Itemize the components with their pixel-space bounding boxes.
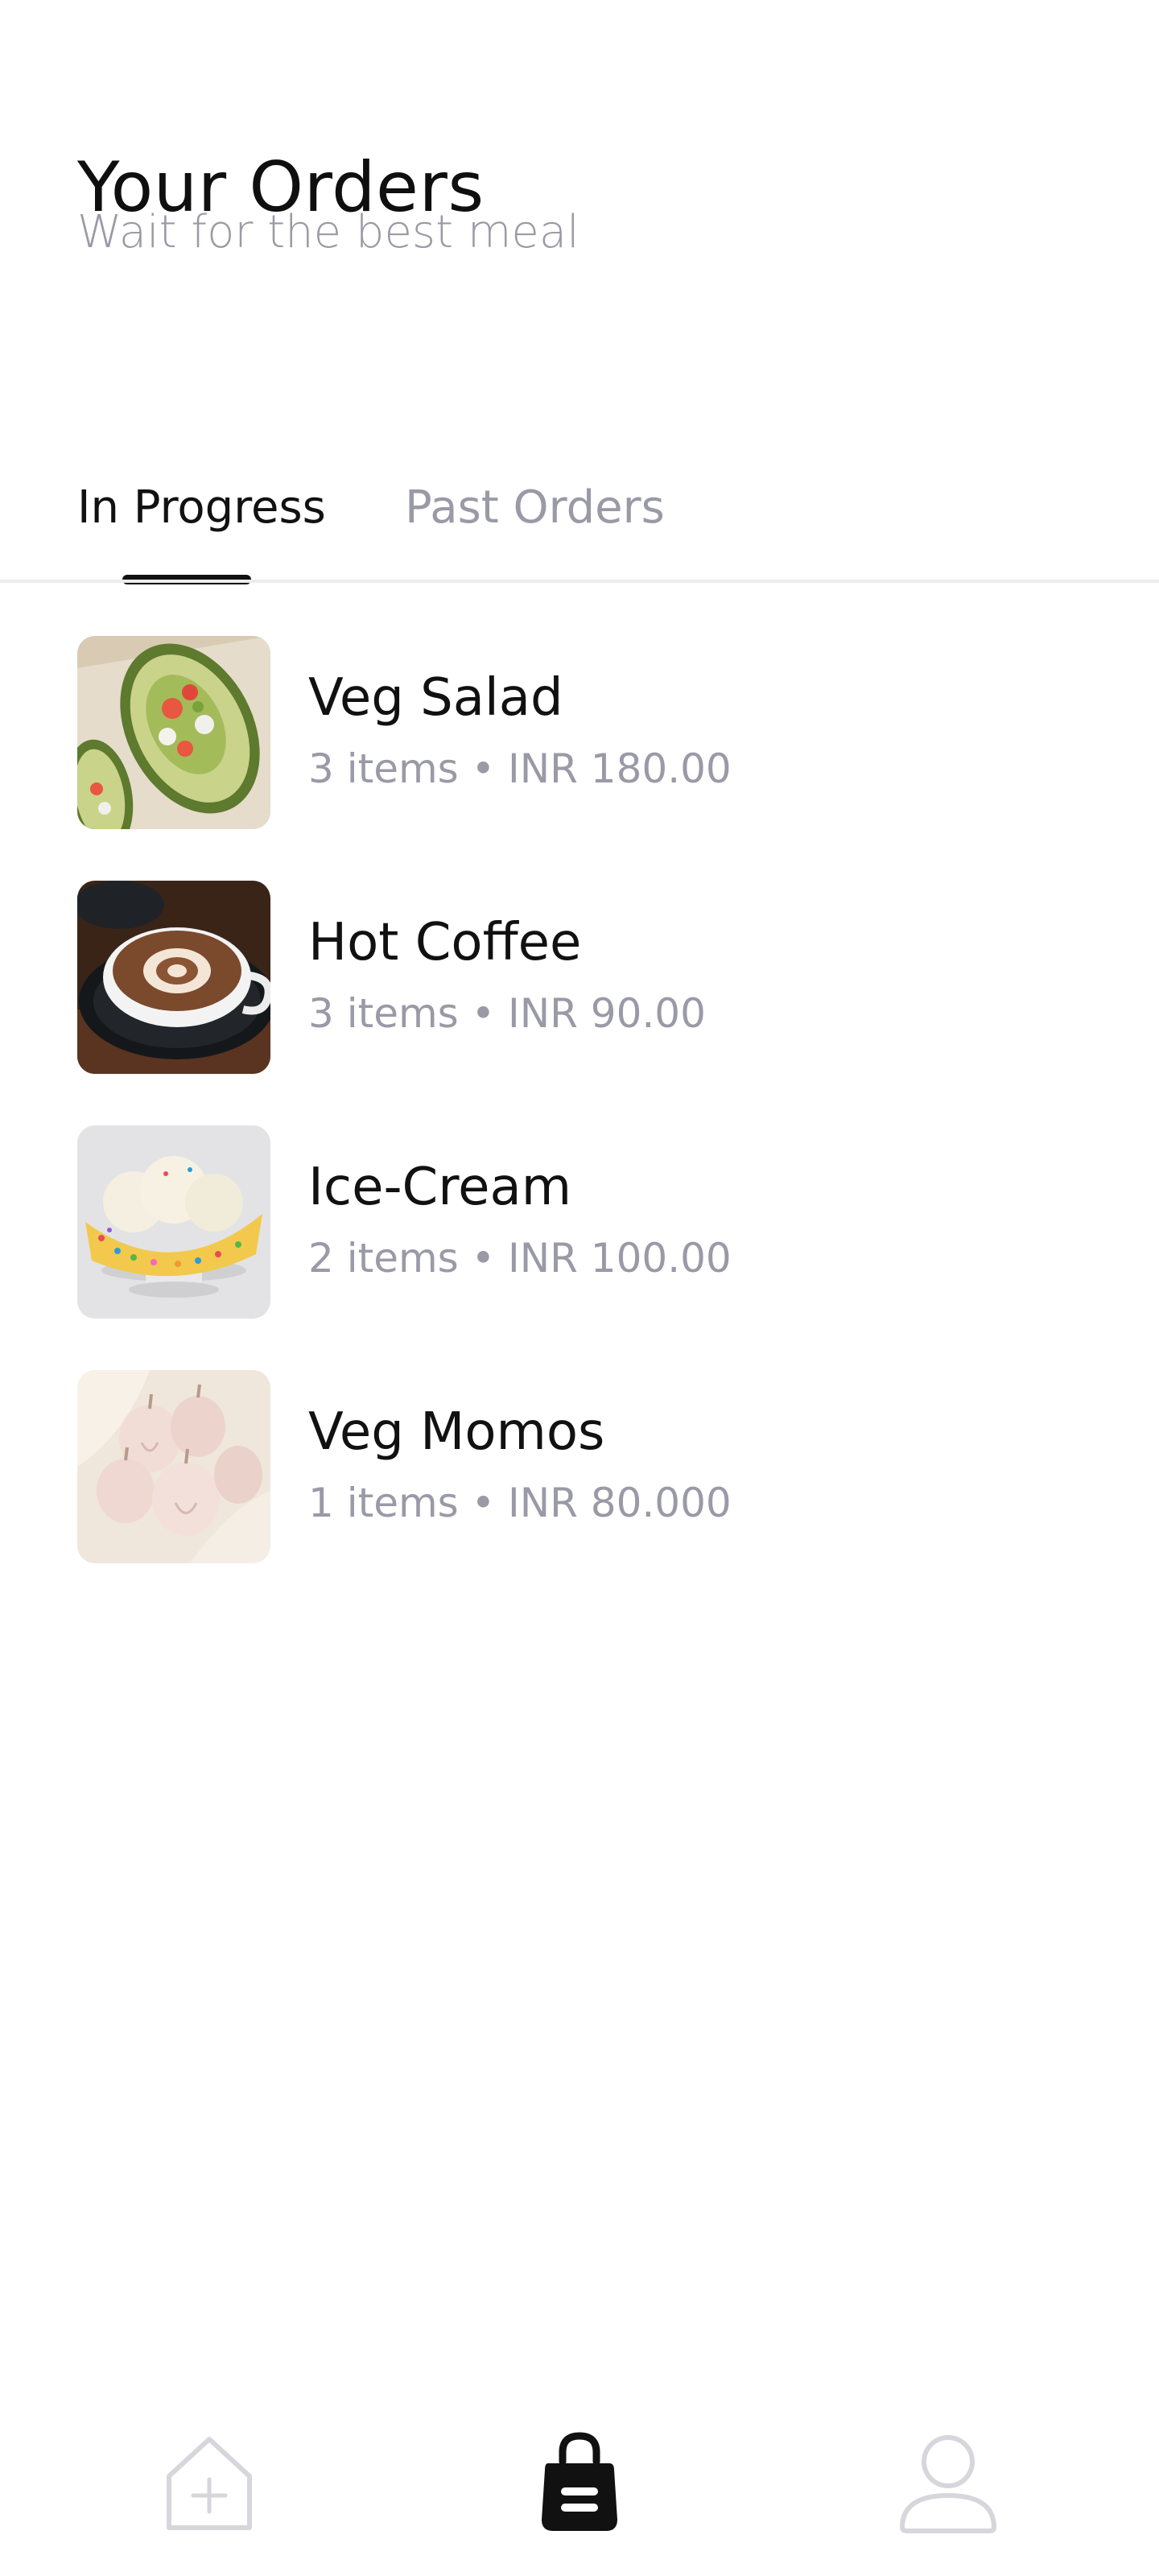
order-list: Veg Salad 3 items • INR 180.00 Hot Coffe…	[0, 636, 1159, 1615]
order-item-veg-salad[interactable]: Veg Salad 3 items • INR 180.00	[0, 636, 1159, 881]
tabs-divider	[0, 580, 1159, 583]
nav-profile-button[interactable]	[888, 2423, 1008, 2544]
nav-home-button[interactable]	[149, 2423, 270, 2544]
order-item-meta: 3 items • INR 180.00	[308, 745, 732, 792]
order-item-name: Ice-Cream	[308, 1158, 572, 1217]
ice-cream-image	[77, 1125, 270, 1319]
coffee-image	[77, 881, 270, 1074]
profile-icon	[900, 2435, 996, 2533]
shopping-bag-icon	[542, 2432, 617, 2531]
order-item-name: Veg Momos	[308, 1402, 605, 1462]
nav-orders-button[interactable]	[519, 2423, 640, 2544]
order-item-ice-cream[interactable]: Ice-Cream 2 items • INR 100.00	[0, 1125, 1159, 1370]
order-item-hot-coffee[interactable]: Hot Coffee 3 items • INR 90.00	[0, 881, 1159, 1125]
bottom-navigation	[0, 2407, 1159, 2576]
home-plus-icon	[167, 2437, 252, 2530]
order-item-name: Hot Coffee	[308, 913, 582, 972]
order-item-meta: 2 items • INR 100.00	[308, 1235, 732, 1282]
order-item-meta: 1 items • INR 80.000	[308, 1480, 732, 1526]
tab-past-orders[interactable]: Past Orders	[405, 483, 665, 533]
order-item-veg-momos[interactable]: Veg Momos 1 items • INR 80.000	[0, 1370, 1159, 1615]
order-item-name: Veg Salad	[308, 668, 563, 728]
page-subtitle: Wait for the best meal	[77, 206, 580, 258]
tab-in-progress[interactable]: In Progress	[77, 483, 326, 533]
order-tabs: In Progress Past Orders	[0, 467, 1159, 584]
momos-image	[77, 1370, 270, 1563]
order-item-meta: 3 items • INR 90.00	[308, 990, 706, 1037]
salad-image	[77, 636, 270, 829]
